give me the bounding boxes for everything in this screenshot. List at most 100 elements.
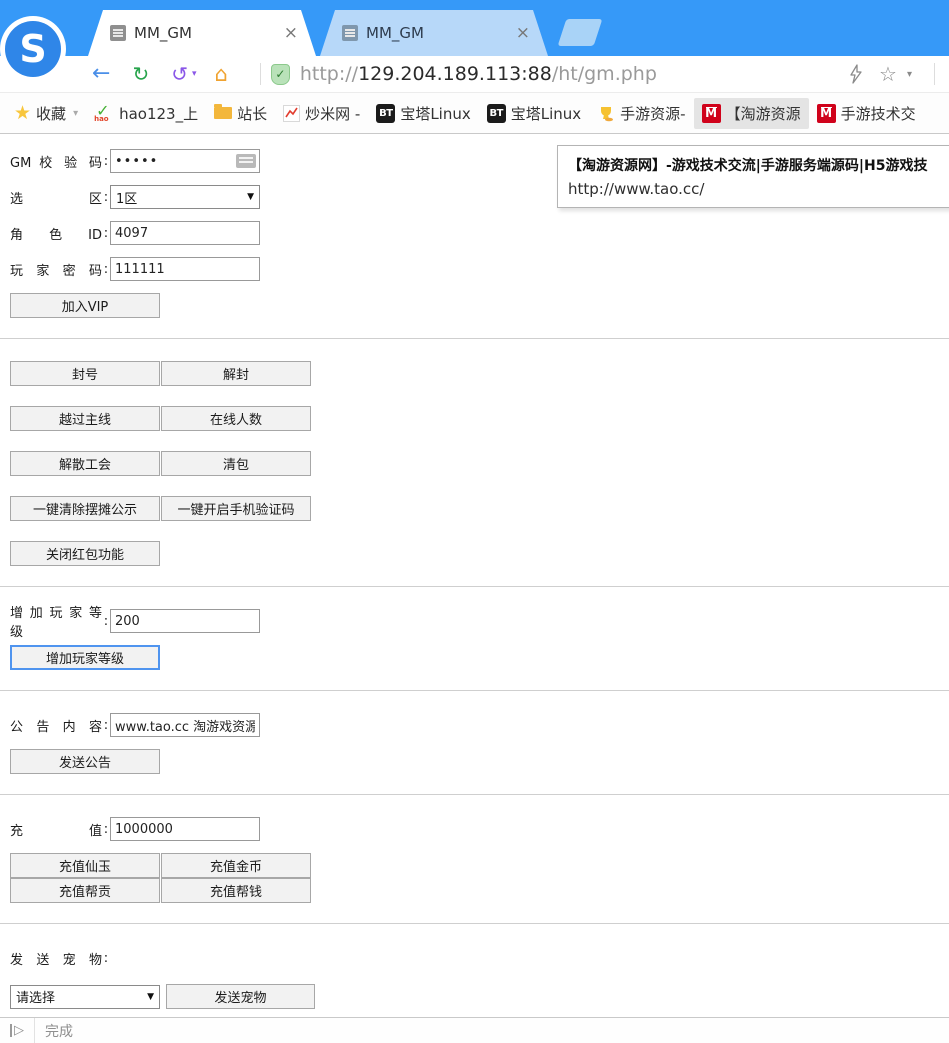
charge-input[interactable]: [110, 817, 260, 841]
gm-code-label: GM 校 验 码: [10, 152, 102, 171]
charge-banggong-button[interactable]: 充值帮贡: [10, 878, 160, 903]
back-button[interactable]: ←: [92, 63, 110, 85]
tab-close-icon[interactable]: ×: [514, 23, 532, 43]
bookmark-shouyou-ziyuan[interactable]: 手游资源-: [589, 98, 693, 129]
charge-gold-button[interactable]: 充值金币: [161, 853, 311, 878]
bookmark-taoyou-ziyuan[interactable]: M 【淘游资源: [694, 98, 809, 129]
tab-close-icon[interactable]: ×: [282, 23, 300, 43]
role-id-input[interactable]: [110, 221, 260, 245]
online-count-button[interactable]: 在线人数: [161, 406, 311, 431]
refresh-button[interactable]: ↻: [132, 64, 149, 84]
region-label: 选 区: [10, 188, 102, 207]
bookmark-label: 炒米网 -: [305, 103, 360, 124]
page-document-icon: [110, 25, 126, 41]
star-icon: ★: [14, 104, 31, 123]
player-password-input[interactable]: [110, 257, 260, 281]
bookmark-shouyou-jishu[interactable]: M 手游技术交: [809, 98, 924, 129]
skip-mainline-button[interactable]: 越过主线: [10, 406, 160, 431]
ban-row: 封号 解封: [10, 361, 949, 386]
section-divider: [0, 690, 949, 691]
charge-buttons-row-1: 充值仙玉 充值金币: [10, 853, 949, 878]
sogou-logo-letter: S: [5, 21, 61, 77]
favorite-star-icon[interactable]: ☆: [879, 62, 897, 86]
label-colon: :: [102, 822, 110, 837]
clear-bag-button[interactable]: 清包: [161, 451, 311, 476]
disband-guild-button[interactable]: 解散工会: [10, 451, 160, 476]
security-shield-icon[interactable]: ✓: [271, 64, 290, 85]
unban-button[interactable]: 解封: [161, 361, 311, 386]
label-colon: :: [102, 718, 110, 733]
enable-phone-code-button[interactable]: 一键开启手机验证码: [161, 496, 311, 521]
send-pet-button[interactable]: 发送宠物: [166, 984, 315, 1009]
speed-boost-icon[interactable]: [847, 64, 863, 84]
bookmark-baota-linux-1[interactable]: BT 宝塔Linux: [368, 98, 478, 129]
bookmark-label: 手游资源-: [620, 103, 685, 124]
label-colon: :: [102, 262, 110, 277]
bookmark-zhanzhang[interactable]: 站长: [206, 98, 275, 129]
mainline-row: 越过主线 在线人数: [10, 406, 949, 431]
charge-buttons-row-2: 充值帮贡 充值帮钱: [10, 878, 949, 903]
add-level-row: 增 加 玩 家 等 级 :: [10, 609, 949, 633]
home-button[interactable]: ⌂: [215, 64, 228, 85]
tab-strip: MM_GM × MM_GM ×: [88, 10, 598, 56]
bookmark-label: 宝塔Linux: [511, 103, 581, 124]
folder-icon: [214, 107, 232, 119]
role-id-label: 角 色 ID: [10, 224, 102, 243]
page-content: 【淘游资源网】-游戏技术交流|手游服务端源码|H5游戏技 http://www.…: [0, 135, 949, 1017]
tab-inactive[interactable]: MM_GM ×: [320, 10, 548, 56]
undo-close-button[interactable]: ↺: [171, 64, 188, 84]
tab-active[interactable]: MM_GM ×: [88, 10, 316, 56]
add-level-button[interactable]: 增加玩家等级: [10, 645, 160, 670]
favorite-dropdown-caret-icon[interactable]: ▾: [907, 69, 912, 80]
tab-title: MM_GM: [366, 24, 514, 42]
label-colon: :: [102, 190, 110, 205]
pet-select[interactable]: 请选择 ▼: [10, 985, 160, 1009]
taoyou-m-icon: M: [702, 104, 721, 123]
charge-bangqian-button[interactable]: 充值帮钱: [161, 878, 311, 903]
bookmark-tooltip: 【淘游资源网】-游戏技术交流|手游服务端源码|H5游戏技 http://www.…: [557, 145, 949, 208]
new-tab-button[interactable]: [558, 19, 603, 46]
label-colon: :: [102, 154, 110, 169]
bookmark-label: hao123_上: [119, 103, 198, 124]
toolbar-divider: [934, 63, 935, 85]
address-bar[interactable]: http://129.204.189.113:88/ht/gm.php: [300, 63, 657, 85]
player-password-row: 玩 家 密 码 :: [10, 257, 949, 281]
bookmark-hao123[interactable]: ✓ hao hao123_上: [86, 98, 206, 129]
keyboard-icon[interactable]: [236, 154, 256, 168]
sogou-logo[interactable]: S: [0, 16, 66, 82]
region-select[interactable]: 1区 ▼: [110, 185, 260, 209]
bookmark-baota-linux-2[interactable]: BT 宝塔Linux: [479, 98, 589, 129]
bt-panel-icon: BT: [487, 104, 506, 123]
send-notice-button[interactable]: 发送公告: [10, 749, 160, 774]
onekey-row: 一键清除摆摊公示 一键开启手机验证码: [10, 496, 949, 521]
join-vip-button[interactable]: 加入VIP: [10, 293, 160, 318]
navigation-toolbar: ← ↻ ↺ ▾ ⌂ ✓ http://129.204.189.113:88/ht…: [0, 56, 949, 93]
trophy-icon: [597, 105, 615, 122]
notice-input[interactable]: [110, 713, 260, 737]
clear-stall-button[interactable]: 一键清除摆摊公示: [10, 496, 160, 521]
bookmarks-bar: ★ 收藏 ▾ ✓ hao hao123_上 站长 炒米网 - BT 宝塔Linu…: [0, 93, 949, 134]
bookmark-favorites[interactable]: ★ 收藏 ▾: [6, 98, 86, 129]
status-bar: ▷ 完成: [0, 1017, 949, 1043]
tooltip-url: http://www.tao.cc/: [568, 180, 949, 198]
bt-panel-icon: BT: [376, 104, 395, 123]
speed-mode-icon[interactable]: ▷: [0, 1024, 34, 1037]
chevron-down-icon: ▾: [73, 108, 78, 119]
label-colon: :: [102, 226, 110, 241]
hao123-icon: ✓ hao: [94, 104, 114, 122]
close-redpacket-button[interactable]: 关闭红包功能: [10, 541, 160, 566]
undo-dropdown-caret-icon[interactable]: ▾: [192, 69, 197, 79]
ban-button[interactable]: 封号: [10, 361, 160, 386]
bookmark-label: 手游技术交: [841, 103, 916, 124]
section-divider: [0, 338, 949, 339]
charge-xianyu-button[interactable]: 充值仙玉: [10, 853, 160, 878]
section-divider: [0, 923, 949, 924]
toolbar-divider: [260, 63, 261, 85]
select-arrow-icon: ▼: [247, 192, 254, 202]
add-level-input[interactable]: [110, 609, 260, 633]
label-colon: :: [102, 951, 110, 966]
chart-icon: [283, 105, 300, 122]
url-scheme: http://: [300, 63, 358, 85]
tooltip-title: 【淘游资源网】-游戏技术交流|手游服务端源码|H5游戏技: [568, 155, 949, 175]
bookmark-chaomiwang[interactable]: 炒米网 -: [275, 98, 368, 129]
